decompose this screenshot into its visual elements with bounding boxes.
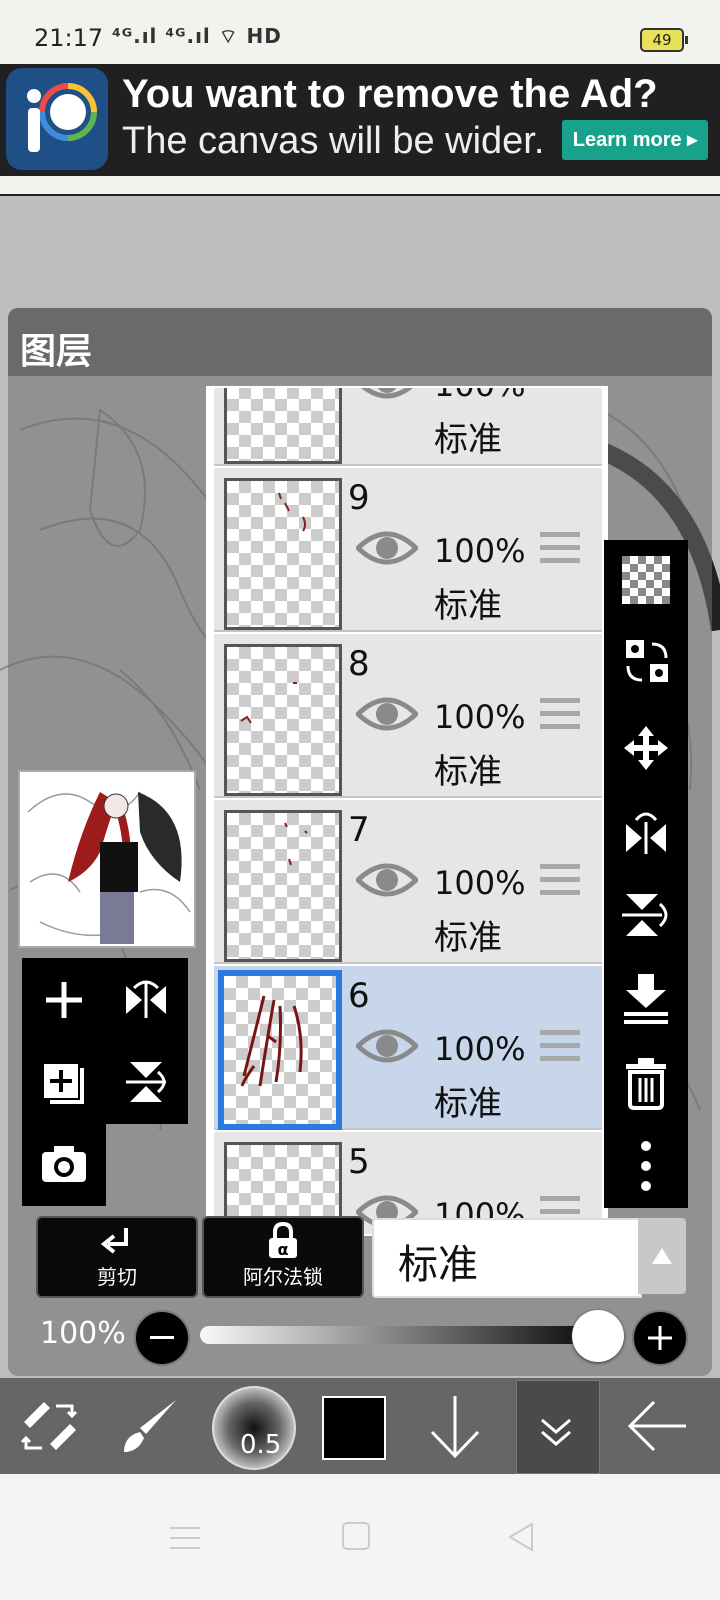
layer-row[interactable]: 9 100% 标准 bbox=[214, 468, 602, 632]
opacity-slider[interactable] bbox=[200, 1326, 612, 1344]
ad-title: You want to remove the Ad? bbox=[122, 72, 658, 116]
layer-opacity: 100% bbox=[434, 1030, 526, 1068]
add-layer-icon[interactable] bbox=[42, 978, 86, 1022]
layer-blend-mode: 标准 bbox=[434, 586, 502, 626]
blend-mode-value: 标准 bbox=[398, 1242, 478, 1288]
layer-number: 6 bbox=[348, 976, 370, 1016]
flip-horizontal-icon[interactable] bbox=[122, 976, 170, 1024]
menu-icon[interactable] bbox=[170, 1526, 200, 1550]
layer-number: 8 bbox=[348, 644, 370, 684]
alpha-lock-button[interactable]: α 阿尔法锁 bbox=[202, 1216, 364, 1298]
app-logo-icon bbox=[6, 68, 108, 170]
opacity-value: 100% bbox=[40, 1316, 126, 1351]
drag-handle-icon[interactable] bbox=[540, 1030, 580, 1064]
canvas-preview[interactable] bbox=[18, 770, 196, 948]
brush-eraser-switch-icon[interactable] bbox=[20, 1396, 80, 1456]
minus-icon bbox=[150, 1336, 174, 1339]
layer-blend-mode: 标准 bbox=[434, 752, 502, 792]
eye-icon[interactable] bbox=[356, 1024, 418, 1068]
opacity-increase-button[interactable] bbox=[632, 1310, 688, 1366]
layer-row[interactable]: 100% 标准 bbox=[214, 386, 602, 466]
layer-thumbnail bbox=[218, 970, 342, 1130]
clipping-arrow-icon bbox=[100, 1228, 128, 1254]
signal-text: ⁴ᴳ.ıl ⁴ᴳ.ıl bbox=[112, 24, 211, 48]
eye-icon[interactable] bbox=[356, 692, 418, 736]
drag-handle-icon[interactable] bbox=[540, 864, 580, 898]
svg-text:α: α bbox=[278, 1240, 289, 1259]
layer-tools-left bbox=[22, 958, 188, 1124]
layer-thumbnail bbox=[224, 478, 342, 630]
layer-blend-mode: 标准 bbox=[434, 420, 502, 460]
signal-icons: ⁴ᴳ.ıl ⁴ᴳ.ıl ⌔ HD bbox=[112, 24, 282, 49]
camera-tool[interactable] bbox=[22, 1124, 106, 1206]
layer-row-selected[interactable]: 6 100% 标准 bbox=[214, 966, 602, 1130]
flip-vertical-icon[interactable] bbox=[622, 890, 672, 940]
layer-blend-mode: 标准 bbox=[434, 1084, 502, 1124]
transparency-icon[interactable] bbox=[622, 556, 670, 604]
flip-horizontal-icon[interactable] bbox=[622, 808, 670, 856]
move-icon[interactable] bbox=[622, 724, 670, 772]
layer-opacity: 100% bbox=[434, 532, 526, 570]
blend-mode-dropdown-button[interactable] bbox=[638, 1218, 686, 1294]
ad-subtitle: The canvas will be wider. bbox=[122, 120, 545, 162]
eye-icon[interactable] bbox=[356, 526, 418, 570]
swap-layer-icon[interactable] bbox=[622, 636, 672, 688]
battery-icon: 49 bbox=[640, 28, 688, 52]
lock-icon: α bbox=[269, 1222, 297, 1259]
drag-handle-icon[interactable] bbox=[540, 698, 580, 732]
layer-list[interactable]: 100% 标准 9 100% 标准 8 100% 标准 7 100% 标准 bbox=[206, 386, 608, 1236]
system-nav-bar bbox=[0, 1474, 720, 1600]
layer-panel-header bbox=[8, 308, 712, 376]
layer-blend-mode: 标准 bbox=[434, 918, 502, 958]
layer-opacity: 100% bbox=[434, 864, 526, 902]
ad-banner[interactable]: You want to remove the Ad? The canvas wi… bbox=[0, 64, 720, 176]
layer-row[interactable]: 7 100% 标准 bbox=[214, 800, 602, 964]
drag-handle-icon[interactable] bbox=[540, 532, 580, 566]
panel-title: 图层 bbox=[20, 331, 93, 372]
layer-opacity: 100% bbox=[434, 388, 525, 404]
eye-icon[interactable] bbox=[356, 858, 418, 902]
trash-icon[interactable] bbox=[624, 1058, 668, 1110]
back-arrow-icon[interactable] bbox=[626, 1398, 688, 1454]
brush-icon[interactable] bbox=[120, 1396, 180, 1456]
eye-icon[interactable] bbox=[356, 386, 418, 404]
alpha-lock-label: 阿尔法锁 bbox=[243, 1265, 323, 1289]
drag-handle-icon[interactable] bbox=[540, 388, 580, 400]
more-options-icon[interactable] bbox=[636, 1140, 656, 1192]
color-swatch[interactable] bbox=[322, 1396, 386, 1460]
plus-icon bbox=[648, 1326, 672, 1350]
layer-thumbnail bbox=[224, 644, 342, 796]
layer-thumbnail bbox=[224, 388, 342, 464]
layer-thumbnail bbox=[224, 810, 342, 962]
merge-down-icon[interactable] bbox=[622, 972, 670, 1024]
chevron-double-down-icon[interactable] bbox=[538, 1416, 574, 1448]
clipping-button[interactable]: 剪切 bbox=[36, 1216, 198, 1298]
hd-indicator: HD bbox=[246, 24, 282, 48]
layer-row[interactable]: 8 100% 标准 bbox=[214, 634, 602, 798]
layer-tools-right bbox=[604, 540, 688, 1208]
opacity-slider-knob[interactable] bbox=[572, 1310, 624, 1362]
camera-icon[interactable] bbox=[40, 1142, 88, 1186]
learn-more-button[interactable]: Learn more ▸ bbox=[562, 120, 708, 160]
layer-number: 5 bbox=[348, 1142, 370, 1182]
status-time: 21:17 bbox=[34, 24, 104, 52]
triangle-up-icon bbox=[652, 1248, 672, 1264]
home-icon[interactable] bbox=[342, 1522, 370, 1550]
duplicate-layer-icon[interactable] bbox=[42, 1058, 90, 1106]
brush-size-value: 0.5 bbox=[240, 1430, 282, 1460]
back-icon[interactable] bbox=[508, 1522, 534, 1552]
flip-vertical-icon[interactable] bbox=[122, 1058, 170, 1106]
status-bar: 21:17 ⁴ᴳ.ıl ⁴ᴳ.ıl ⌔ HD 49 bbox=[0, 0, 720, 64]
opacity-decrease-button[interactable] bbox=[134, 1310, 190, 1366]
arrow-down-icon[interactable] bbox=[428, 1394, 482, 1460]
wifi-icon: ⌔ bbox=[218, 24, 239, 48]
battery-level: 49 bbox=[652, 31, 672, 49]
clipping-label: 剪切 bbox=[97, 1265, 137, 1289]
layer-number: 7 bbox=[348, 810, 370, 850]
layer-opacity: 100% bbox=[434, 698, 526, 736]
layer-number: 9 bbox=[348, 478, 370, 518]
